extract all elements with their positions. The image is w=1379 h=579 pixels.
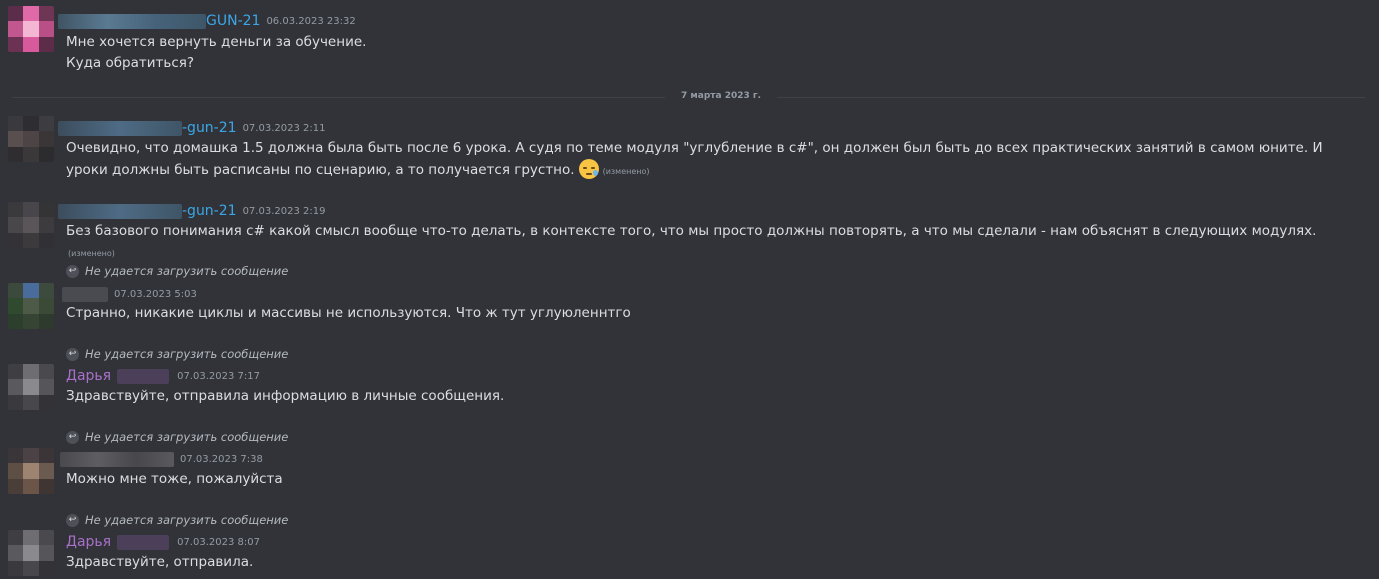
message-header: GUN-21 06.03.2023 23:32 <box>58 12 356 30</box>
reply-text: Не удается загрузить сообщение <box>85 513 289 527</box>
reply-reference[interactable]: ↩ Не удается загрузить сообщение <box>66 429 288 445</box>
message-content: Здравствуйте, отправила. <box>66 552 1365 573</box>
reply-text: Не удается загрузить сообщение <box>85 264 289 278</box>
avatar[interactable] <box>8 202 54 248</box>
reply-arrow-icon: ↩ <box>66 264 79 278</box>
reply-reference[interactable]: ↩ Не удается загрузить сообщение <box>66 346 288 362</box>
date-divider-label: 7 марта 2023 г. <box>665 91 777 101</box>
reply-text: Не удается загрузить сообщение <box>85 430 289 444</box>
redacted-username <box>60 451 174 467</box>
message-header: -gun-21 07.03.2023 2:19 <box>58 202 325 220</box>
message-header: Дарья 07.03.2023 8:07 <box>66 533 260 551</box>
message-content: Странно, никакие циклы и массивы не испо… <box>66 303 1365 324</box>
message-header: -gun-21 07.03.2023 2:11 <box>58 119 325 137</box>
message: -gun-21 07.03.2023 2:19 Без базового пон… <box>0 196 1379 258</box>
message-text: Очевидно, что домашка 1.5 должна была бы… <box>66 140 1323 178</box>
avatar[interactable] <box>8 530 54 576</box>
message-text: Странно, никакие циклы и массивы не испо… <box>66 305 631 321</box>
avatar[interactable] <box>8 448 54 494</box>
timestamp[interactable]: 07.03.2023 7:17 <box>177 371 260 382</box>
message-content: Мне хочется вернуть деньги за обучение. … <box>66 32 1365 74</box>
timestamp[interactable]: 07.03.2023 2:11 <box>243 123 326 134</box>
reply-reference[interactable]: ↩ Не удается загрузить сообщение <box>66 263 288 279</box>
redacted-username <box>58 13 206 29</box>
message-content: Можно мне тоже, пожалуйста <box>66 469 1365 490</box>
author-name[interactable]: GUN-21 <box>206 13 260 29</box>
reply-arrow-icon: ↩ <box>66 513 79 527</box>
message-content: Без базового понимания с# какой смысл во… <box>66 221 1365 264</box>
edited-label: (изменено) <box>602 167 650 176</box>
message: -gun-21 07.03.2023 2:11 Очевидно, что до… <box>0 108 1379 188</box>
message-header: 07.03.2023 7:38 <box>60 450 263 468</box>
author-name[interactable]: Дарья <box>66 368 111 384</box>
message-text: Можно мне тоже, пожалуйста <box>66 471 283 487</box>
message-text: Без базового понимания с# какой смысл во… <box>66 223 1317 239</box>
reply-arrow-icon: ↩ <box>66 347 79 361</box>
timestamp[interactable]: 07.03.2023 8:07 <box>177 537 260 548</box>
message-text: Здравствуйте, отправила информацию в лич… <box>66 388 505 404</box>
timestamp[interactable]: 07.03.2023 5:03 <box>114 289 197 300</box>
message-line: Мне хочется вернуть деньги за обучение. <box>66 34 367 50</box>
redacted-username <box>62 286 108 302</box>
author-name[interactable]: Дарья <box>66 534 111 550</box>
reply-text: Не удается загрузить сообщение <box>85 347 289 361</box>
avatar[interactable] <box>8 6 54 52</box>
message: ↩ Не удается загрузить сообщение Дарья 0… <box>0 511 1379 579</box>
avatar[interactable] <box>8 283 54 329</box>
sad-sweat-emoji[interactable] <box>578 159 599 179</box>
author-name[interactable]: -gun-21 <box>182 203 237 219</box>
date-divider: 7 марта 2023 г. <box>0 91 1379 101</box>
redacted-surname <box>117 368 170 384</box>
message: ↩ Не удается загрузить сообщение Дарья 0… <box>0 345 1379 423</box>
message-line: Куда обратиться? <box>66 55 195 71</box>
redacted-username <box>58 120 182 136</box>
reply-arrow-icon: ↩ <box>66 430 79 444</box>
redacted-username <box>58 203 182 219</box>
timestamp[interactable]: 06.03.2023 23:32 <box>266 16 355 27</box>
message-content: Очевидно, что домашка 1.5 должна была бы… <box>66 138 1365 182</box>
avatar[interactable] <box>8 364 54 410</box>
message: ↩ Не удается загрузить сообщение 07.03.2… <box>0 428 1379 506</box>
message: ↩ Не удается загрузить сообщение 07.03.2… <box>0 262 1379 340</box>
message-text: Здравствуйте, отправила. <box>66 554 254 570</box>
timestamp[interactable]: 07.03.2023 2:19 <box>243 206 326 217</box>
edited-label: (изменено) <box>68 249 115 258</box>
message-header: 07.03.2023 5:03 <box>62 285 197 303</box>
reply-reference[interactable]: ↩ Не удается загрузить сообщение <box>66 512 288 528</box>
author-name[interactable]: -gun-21 <box>182 120 237 136</box>
message-content: Здравствуйте, отправила информацию в лич… <box>66 386 1365 407</box>
message-header: Дарья 07.03.2023 7:17 <box>66 367 260 385</box>
avatar[interactable] <box>8 116 54 162</box>
message: GUN-21 06.03.2023 23:32 Мне хочется верн… <box>0 0 1379 90</box>
timestamp[interactable]: 07.03.2023 7:38 <box>180 454 263 465</box>
redacted-surname <box>117 534 170 550</box>
